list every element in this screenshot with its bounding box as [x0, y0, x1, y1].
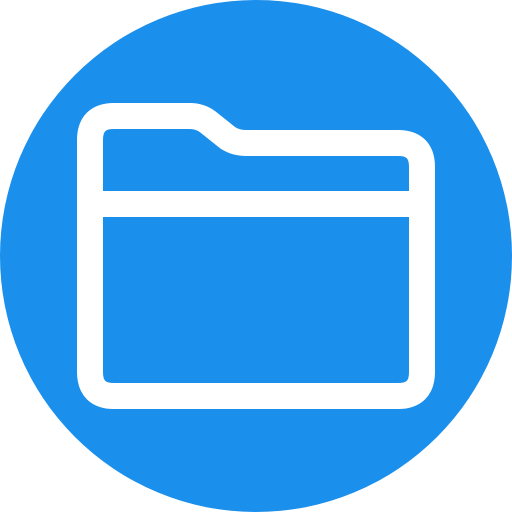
icon-canvas	[0, 0, 512, 512]
folder-app-icon	[0, 0, 512, 512]
background-circle	[0, 0, 512, 512]
